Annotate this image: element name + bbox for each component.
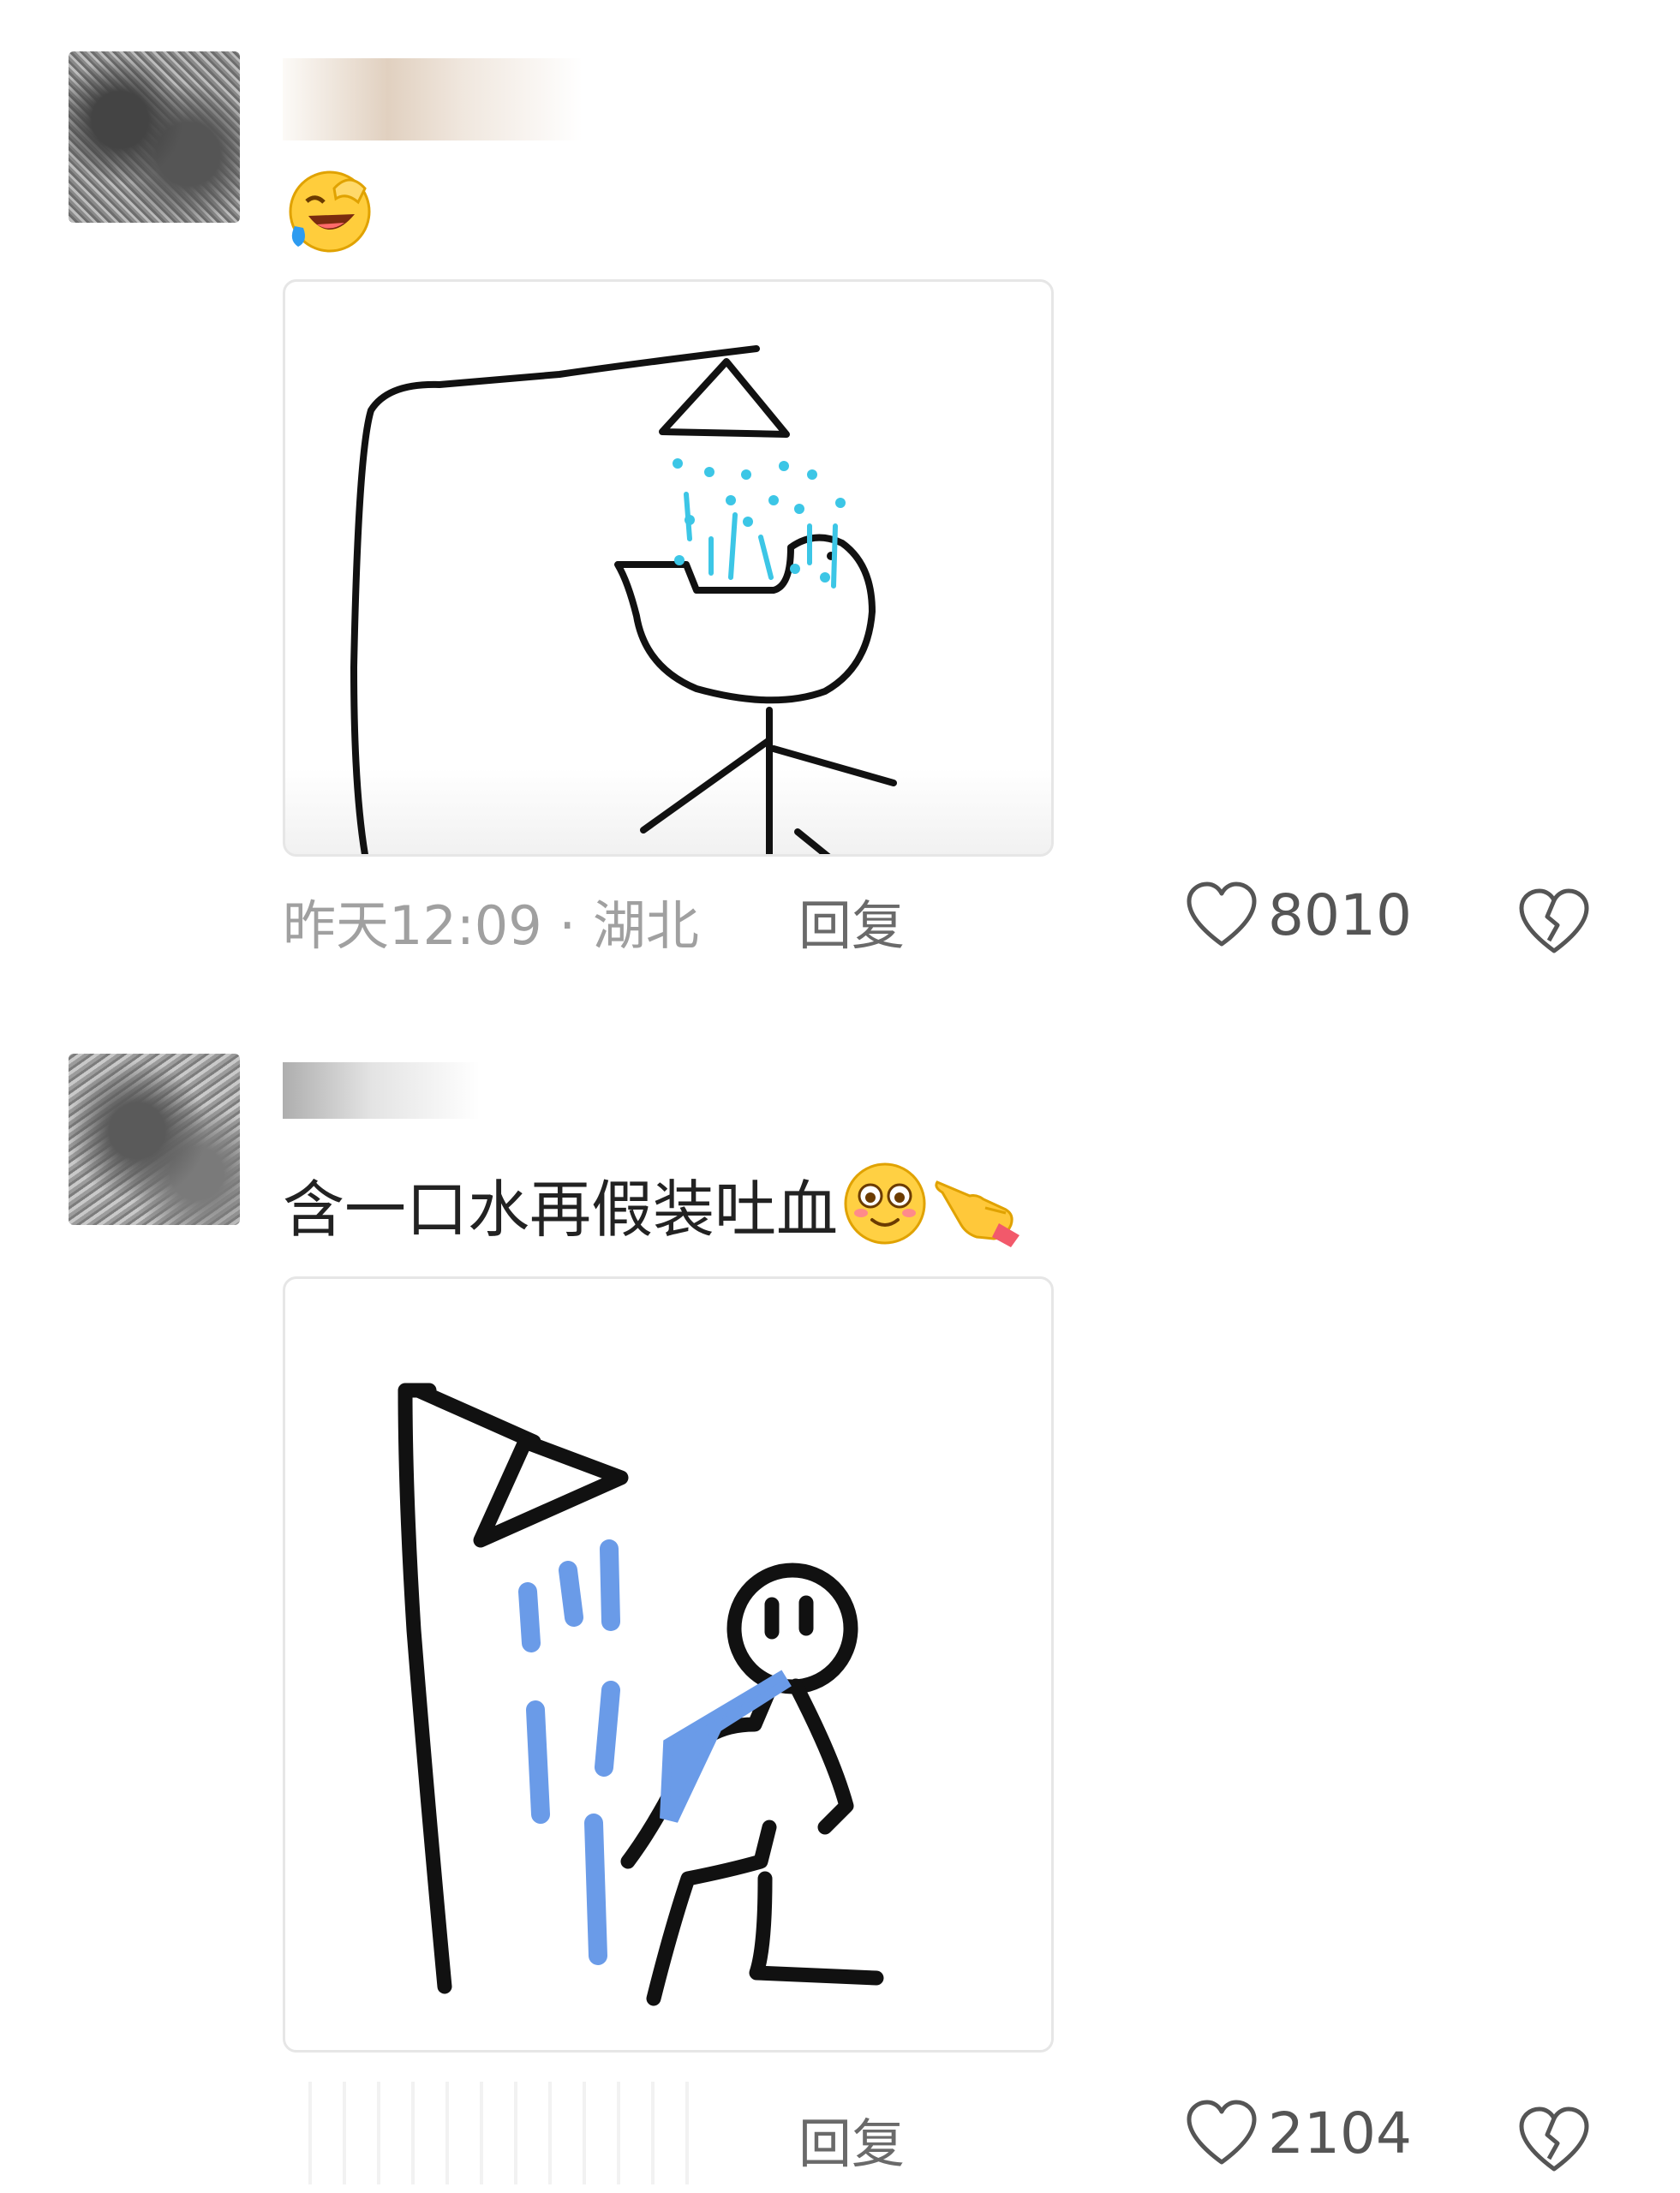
username-blurred[interactable] [283,1062,480,1119]
blushing-face-icon [838,1156,932,1272]
comment-text: 含一口水再假装吐血 [283,1156,1026,1272]
comment-item: 昨天12:09 · 湖北 回复 8010 [0,0,1680,985]
comment-image-card[interactable] [283,279,1054,857]
avatar[interactable] [69,51,240,223]
dislike-button[interactable] [1518,2106,1590,2178]
like-button[interactable]: 2104 [1186,2099,1412,2167]
like-button[interactable]: 8010 [1186,881,1412,949]
heart-icon [1187,881,1257,947]
broken-heart-icon [1519,888,1589,953]
comment-item: 含一口水再假装吐血 回复 2104 [0,1002,1680,2193]
comment-text-content: 含一口水再假装吐血 [283,1174,839,1246]
like-count: 2104 [1268,2100,1412,2166]
avatar[interactable] [69,1054,240,1225]
broken-heart-icon [1519,2106,1589,2172]
dislike-button[interactable] [1518,887,1590,959]
username-blurred[interactable] [283,58,583,140]
comment-meta: 昨天12:09 · 湖北 [283,882,699,959]
reply-button[interactable]: 回复 [798,882,905,959]
rolling-laughing-facepalm-icon [283,163,377,278]
comment-image-card[interactable] [283,1276,1054,2053]
shower-drawing-1 [350,345,897,854]
comment-location: 湖北 [592,894,699,957]
shower-drawing-2 [398,1383,884,2006]
meta-separator: · [559,894,593,957]
like-count: 8010 [1268,881,1412,948]
faint-meta-placeholder [308,2082,702,2184]
comment-text [283,163,377,278]
pointing-hand-icon [932,1156,1026,1272]
comment-time: 昨天12:09 [283,894,542,957]
reply-button[interactable]: 回复 [798,2100,905,2178]
heart-icon [1187,2100,1257,2165]
